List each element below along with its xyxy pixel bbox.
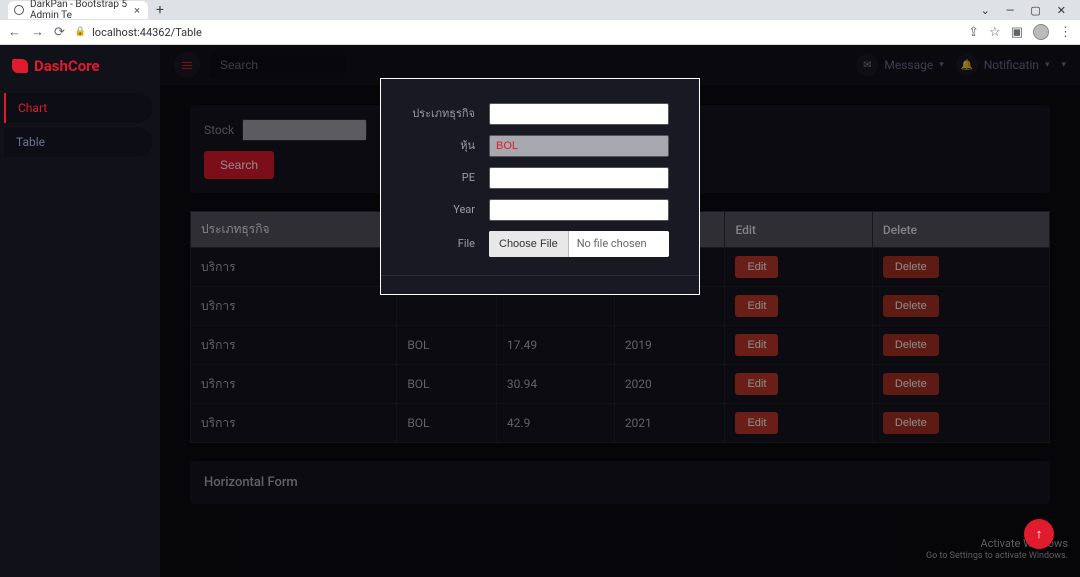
favicon-icon	[14, 5, 24, 15]
modal-input-pe[interactable]	[489, 167, 669, 189]
address-bar[interactable]: 🔒 localhost:44362/Table	[75, 26, 958, 39]
reload-icon[interactable]: ⟳	[54, 25, 65, 40]
file-chosen-text: No file chosen	[569, 231, 655, 257]
window-controls: ⌄ — ▢ ✕	[981, 4, 1080, 17]
new-tab-button[interactable]: +	[156, 2, 164, 18]
sidebar-item-table[interactable]: Table	[4, 127, 152, 157]
tab-close-icon[interactable]: ×	[134, 4, 140, 17]
modal-input-type[interactable]	[489, 103, 669, 125]
profile-avatar[interactable]	[1033, 24, 1049, 40]
maximize-icon[interactable]: ▢	[1030, 4, 1040, 17]
arrow-up-icon: ↑	[1036, 526, 1043, 542]
modal-label-type: ประเภทธุรกิจ	[411, 107, 489, 120]
star-icon[interactable]: ☆	[989, 25, 1001, 40]
modal-input-year[interactable]	[489, 199, 669, 221]
modal-input-stock[interactable]	[489, 135, 669, 157]
modal-label-stock: หุ้น	[411, 139, 489, 152]
sidebar-item-chart[interactable]: Chart	[4, 93, 152, 123]
sidebar: DashCore Chart Table	[0, 45, 160, 577]
minimize-icon[interactable]: —	[1006, 4, 1015, 17]
modal-label-year: Year	[411, 203, 489, 216]
sidebar-item-label: Table	[16, 135, 45, 149]
modal-divider	[381, 275, 699, 276]
forward-icon[interactable]: →	[31, 24, 44, 40]
back-icon[interactable]: ←	[8, 24, 21, 40]
browser-toolbar: ← → ⟳ 🔒 localhost:44362/Table ⇪ ☆ ▣ ⋮	[0, 20, 1080, 45]
scroll-top-button[interactable]: ↑	[1024, 519, 1054, 549]
brand-text: DashCore	[34, 57, 100, 75]
choose-file-button[interactable]: Choose File	[489, 231, 569, 257]
modal-label-pe: PE	[411, 171, 489, 184]
chevron-down-icon[interactable]: ⌄	[981, 4, 990, 17]
edit-modal: ประเภทธุรกิจ หุ้น PE Year File Choose Fi…	[380, 78, 700, 295]
panel-icon[interactable]: ▣	[1011, 25, 1023, 40]
window-close-icon[interactable]: ✕	[1057, 4, 1066, 17]
browser-tab-strip: DarkPan - Bootstrap 5 Admin Te × + ⌄ — ▢…	[0, 0, 1080, 20]
url-text: localhost:44362/Table	[92, 26, 202, 39]
tab-title: DarkPan - Bootstrap 5 Admin Te	[30, 0, 134, 21]
browser-tab[interactable]: DarkPan - Bootstrap 5 Admin Te ×	[8, 1, 148, 19]
logo-icon	[12, 59, 28, 73]
lock-icon: 🔒	[75, 27, 86, 37]
sidebar-item-label: Chart	[18, 101, 47, 115]
brand[interactable]: DashCore	[0, 57, 160, 89]
file-input[interactable]: Choose File No file chosen	[489, 231, 669, 257]
modal-label-file: File	[411, 237, 489, 250]
watermark-sub: Go to Settings to activate Windows.	[926, 551, 1068, 563]
share-icon[interactable]: ⇪	[968, 25, 979, 40]
kebab-menu-icon[interactable]: ⋮	[1059, 25, 1072, 40]
